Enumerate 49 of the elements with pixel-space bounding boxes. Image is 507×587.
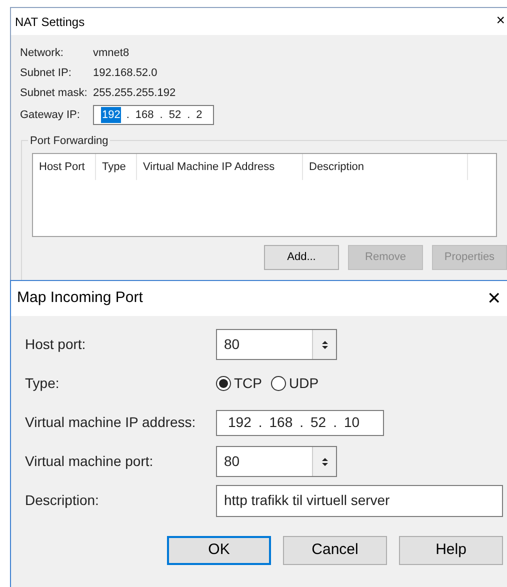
field-label: Network:: [20, 46, 64, 61]
ip-octet[interactable]: 10: [344, 412, 360, 433]
ip-octet[interactable]: 168: [134, 106, 155, 124]
close-icon[interactable]: ✕: [487, 286, 501, 312]
dialog-title: Map Incoming Port: [17, 288, 143, 308]
close-icon[interactable]: ×: [496, 10, 505, 33]
dialog-button[interactable]: Cancel: [283, 536, 387, 565]
window-title: NAT Settings: [15, 14, 85, 30]
ip-separator: .: [160, 108, 163, 123]
ip-separator: .: [333, 413, 337, 432]
column-header[interactable]: Type: [96, 154, 137, 180]
radio-option[interactable]: TCP: [216, 373, 262, 394]
ip-octet[interactable]: 192: [101, 106, 122, 124]
field-label: Host port:: [25, 335, 87, 354]
field-value: 255.255.255.192: [93, 86, 176, 101]
column-header[interactable]: Description: [303, 154, 468, 180]
field-label: Virtual machine IP address:: [25, 413, 197, 432]
ip-separator: .: [187, 108, 190, 123]
ip-octet[interactable]: 52: [310, 412, 326, 433]
radio-option[interactable]: UDP: [271, 373, 319, 394]
field-label: Description:: [25, 491, 100, 510]
text-field[interactable]: http trafikk til virtuell server: [216, 484, 503, 516]
ip-octet[interactable]: 192: [228, 412, 252, 433]
ip-octet[interactable]: 2: [195, 106, 204, 124]
ip-octet[interactable]: 168: [269, 412, 293, 433]
field-label: Subnet IP:: [20, 66, 72, 81]
dialog-button[interactable]: Help: [399, 536, 503, 565]
ip-address-field[interactable]: 192 . 168 . 52 . 10: [216, 410, 384, 436]
spin-buttons[interactable]: [312, 447, 336, 476]
radio-circle[interactable]: [216, 376, 231, 391]
field-label: Type:: [25, 374, 60, 393]
field-value: 192.168.52.0: [93, 66, 158, 81]
ip-address-field[interactable]: 192 . 168 . 52 . 2: [93, 105, 214, 125]
dialog-button[interactable]: Add...: [264, 245, 339, 270]
dialog-button[interactable]: OK: [167, 536, 271, 565]
ip-separator: .: [258, 413, 262, 432]
ip-octet[interactable]: 52: [168, 106, 182, 124]
ip-separator: .: [126, 108, 130, 123]
group-title: Port Forwarding: [28, 133, 110, 150]
column-header[interactable]: Virtual Machine IP Address: [137, 154, 303, 180]
spin-buttons[interactable]: [312, 330, 336, 359]
field-value: vmnet8: [93, 46, 130, 61]
field-label: Gateway IP:: [20, 108, 81, 123]
field-label: Virtual machine port:: [25, 452, 154, 471]
spin-field[interactable]: 80: [216, 446, 337, 477]
field-label: Subnet mask:: [20, 86, 88, 101]
column-header[interactable]: Host Port: [33, 154, 96, 180]
spin-field[interactable]: 80: [216, 329, 337, 360]
ip-separator: .: [300, 413, 304, 432]
